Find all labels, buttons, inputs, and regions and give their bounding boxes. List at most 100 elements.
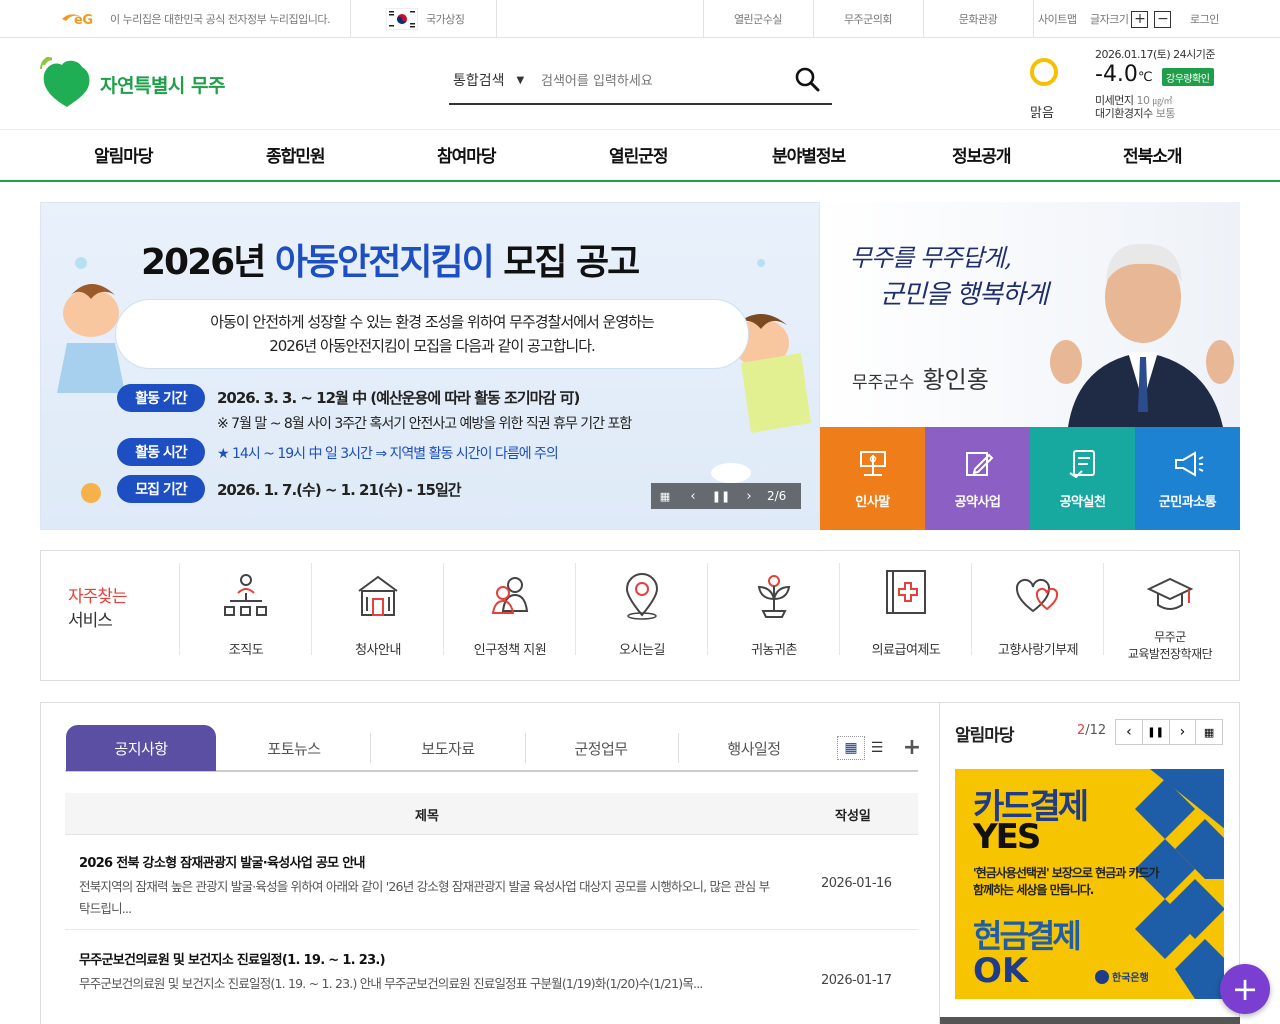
notice-grid-button[interactable]: ▦ [1196, 720, 1222, 744]
chevron-left-icon: ‹ [690, 488, 696, 504]
nav-item-field-info[interactable]: 분야별정보 [772, 142, 846, 167]
service-org-chart[interactable]: 조직도 [180, 563, 312, 669]
site-logo[interactable]: 자연특별시 무주 [40, 56, 260, 112]
banner-label-period: 활동 기간 [117, 384, 205, 412]
services-title-line1: 자주찾는 [68, 587, 128, 607]
view-grid-button[interactable]: ▦ [837, 736, 865, 760]
service-medical-aid[interactable]: 의료급여제도 [840, 563, 972, 669]
rainfall-check-button[interactable]: 강우량확인 [1162, 68, 1214, 86]
service-org-chart-label: 조직도 [228, 643, 264, 658]
ad-desc2: 함께하는 세상을 만듭니다. [973, 883, 1094, 897]
main-banner-slide[interactable]: 2026년 아동안전지킴이 모집 공고 아동이 안전하게 성장할 수 있는 환경… [40, 202, 820, 530]
national-symbol-link[interactable]: 국가상징 [386, 0, 465, 38]
post-title[interactable]: 2026 전북 강소형 잠재관광지 발굴·육성사업 공모 안내 [79, 852, 365, 871]
notice-ad-image[interactable]: 카드결제 YES '현금사용선택권' 보장으로 현금과 카드가 함께하는 세상을… [955, 769, 1224, 999]
post-date: 2026-01-17 [821, 973, 892, 988]
svg-text:eG: eG [74, 13, 93, 28]
floating-add-button[interactable]: + [1220, 964, 1270, 1014]
board-more-button[interactable]: + [900, 733, 924, 761]
table-row[interactable]: 2026 전북 강소형 잠재관광지 발굴·육성사업 공모 안내 전북지역의 잠재… [65, 838, 918, 930]
tab-admin-work[interactable]: 군정업무 [526, 725, 676, 771]
service-hometown-donation[interactable]: 고향사랑기부제 [972, 563, 1104, 669]
notice-pause-button[interactable]: ❚❚ [1143, 720, 1170, 744]
banner-title-main: 아동안전지킴이 [274, 242, 495, 283]
muju-logo-icon [40, 57, 90, 107]
link-tourism[interactable]: 문화관광 [923, 0, 1033, 38]
tab-events[interactable]: 행사일정 [679, 725, 829, 771]
tab-press-release[interactable]: 보도자료 [373, 725, 523, 771]
main-navigation: 알림마당 종합민원 참여마당 열린군정 분야별정보 정보공개 전북소개 [0, 129, 1280, 182]
grid-view-icon: ▦ [844, 740, 858, 756]
service-building-guide[interactable]: 청사안내 [312, 563, 444, 669]
quick-pledge-practice-label: 공약실천 [1059, 495, 1106, 510]
dust-label: 미세먼지 [1095, 94, 1134, 107]
login-link[interactable]: 로그인 [1190, 0, 1219, 38]
nav-item-participation[interactable]: 참여마당 [437, 142, 497, 167]
view-list-button[interactable]: ☰ [867, 736, 887, 760]
service-directions[interactable]: 오시는길 [576, 563, 708, 669]
banner-next-button[interactable]: › [735, 483, 763, 509]
sitemap-text: 사이트맵 [1038, 13, 1077, 26]
service-population-policy-label: 인구정책 지원 [473, 643, 547, 658]
gov-notice: eG 이 누리집은 대한민국 공식 전자정부 누리집입니다. [60, 0, 331, 38]
banner-text-recruit: 2026. 1. 7.(수) ~ 1. 21(수) - 15일간 [217, 481, 462, 499]
font-increase-button[interactable]: + [1131, 10, 1149, 28]
quick-pledge-label: 공약사업 [954, 495, 1001, 510]
tab-photo-news[interactable]: 포토뉴스 [219, 725, 369, 771]
banner-pause-button[interactable]: ❚❚ [707, 483, 735, 509]
link-mayor-office[interactable]: 열린군수실 [703, 0, 813, 38]
search-button[interactable] [792, 66, 822, 96]
post-title[interactable]: 무주군보건의료원 및 보건지소 진료일정(1. 19. ~ 1. 23.) [79, 949, 386, 968]
banner-text-period: 2026. 3. 3. ~ 12월 中 (예산운용에 따라 활동 조기마감 可) [217, 389, 580, 407]
nav-item-civil[interactable]: 종합민원 [266, 142, 326, 167]
mayor-banner[interactable]: 무주를 무주답게, 군민을 행복하게 무주군수 황인홍 [820, 202, 1240, 427]
notice-slider-panel: 알림마당 2/12 ‹ ❚❚ › ▦ 카드결제 YES '현금사용선택권' 보장… [940, 702, 1240, 1024]
banner-grid-button[interactable]: ▦ [651, 483, 679, 509]
notice-side-total: /12 [1085, 723, 1107, 738]
bank-logo-icon [1095, 969, 1109, 984]
nav-item-disclosure[interactable]: 정보공개 [952, 142, 1012, 167]
chevron-left-icon: ‹ [1126, 724, 1132, 740]
utility-bar: eG 이 누리집은 대한민국 공식 전자정부 누리집입니다. 국가상징 열린군수… [0, 0, 1280, 38]
nav-item-notice[interactable]: 알림마당 [94, 142, 154, 167]
notice-next-button[interactable]: › [1170, 720, 1197, 744]
notice-side-controls: ‹ ❚❚ › ▦ [1115, 719, 1223, 745]
weather-condition: 맑음 [1030, 106, 1054, 121]
bank-logo: 한국은행 [1095, 969, 1149, 984]
quick-greeting-button[interactable]: 인사말 [820, 427, 925, 530]
ad-line2: YES [973, 817, 1041, 857]
dust-value: 10 [1136, 94, 1150, 107]
service-population-policy[interactable]: 인구정책 지원 [444, 563, 576, 669]
bank-name: 한국은행 [1112, 973, 1149, 984]
notice-side-counter: 2/12 [1077, 723, 1106, 738]
sitemap-link[interactable]: 사이트맵 [1038, 0, 1077, 38]
notice-prev-button[interactable]: ‹ [1116, 720, 1143, 744]
service-return-farming[interactable]: 귀농귀촌 [708, 563, 840, 669]
post-summary: 무주군보건의료원 및 보건지소 진료일정(1. 19. ~ 1. 23.) 안내… [79, 976, 703, 991]
quick-pledge-button[interactable]: 공약사업 [925, 427, 1030, 530]
link-tourism-text: 문화관광 [958, 13, 998, 26]
nav-item-open-admin[interactable]: 열린군정 [609, 142, 669, 167]
font-size-label: 글자크기 [1090, 13, 1129, 26]
search-input[interactable] [541, 68, 781, 94]
search-category-select[interactable]: 통합검색 ▼ [453, 70, 524, 90]
tab-notice[interactable]: 공지사항 [66, 725, 216, 771]
search-bar: 통합검색 ▼ [449, 60, 832, 105]
font-decrease-button[interactable]: − [1154, 10, 1172, 28]
link-council[interactable]: 무주군의회 [813, 0, 923, 38]
table-row[interactable]: 무주군보건의료원 및 보건지소 진료일정(1. 19. ~ 1. 23.) 무주… [65, 935, 918, 1005]
quick-pledge-practice-button[interactable]: 공약실천 [1030, 427, 1135, 530]
air-index-value: 보통 [1155, 107, 1176, 120]
list-view-icon: ☰ [870, 740, 884, 756]
nav-item-jeonbuk[interactable]: 전북소개 [1123, 142, 1183, 167]
org-chart-icon [224, 574, 267, 616]
quick-communication-button[interactable]: 군민과소통 [1135, 427, 1240, 530]
banner-text-time: ★ 14시 ~ 19시 中 일 3시간 ⇒ 지역별 활동 시간이 다름에 주의 [217, 446, 559, 462]
search-category-label: 통합검색 [453, 73, 505, 89]
banner-prev-button[interactable]: ‹ [679, 483, 707, 509]
service-building-guide-label: 청사안내 [355, 643, 401, 658]
weather-widget: 맑음 2026.01.17(토) 24시기준 -4.0 ℃ 강우량확인 미세먼지… [1020, 40, 1260, 125]
service-scholarship-foundation[interactable]: 무주군 교육발전장학재단 [1104, 563, 1236, 669]
grid-icon: ▦ [659, 489, 671, 503]
building-icon [358, 575, 398, 616]
